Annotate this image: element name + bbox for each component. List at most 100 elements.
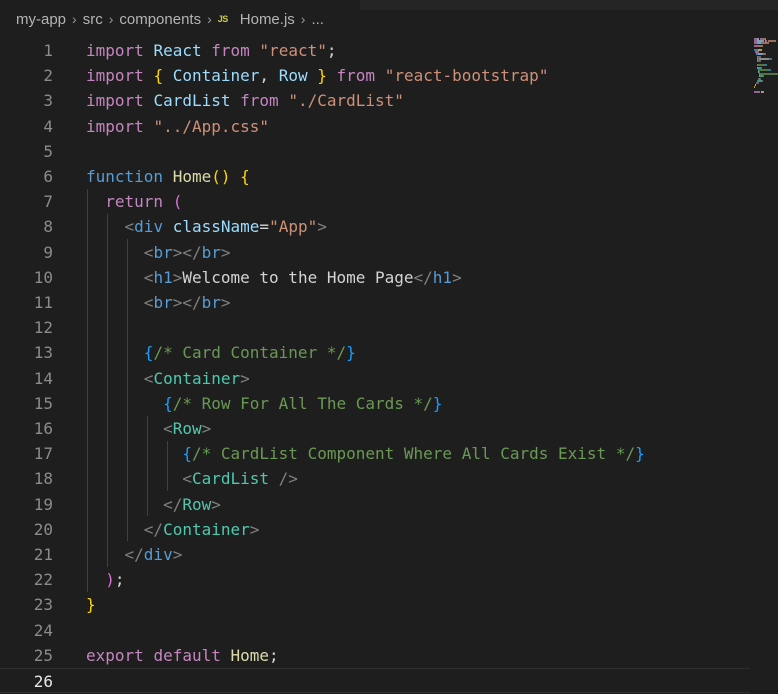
code-line[interactable]: 11 <br></br> — [0, 290, 750, 315]
code-line[interactable]: 10 <h1>Welcome to the Home Page</h1> — [0, 265, 750, 290]
code-line[interactable]: 21 </div> — [0, 542, 750, 567]
code-line[interactable]: 4import "../App.css" — [0, 114, 750, 139]
code-token: "react" — [259, 41, 326, 60]
code-line[interactable]: 22 ); — [0, 567, 750, 592]
code-token — [163, 192, 173, 211]
code-line[interactable]: 5 — [0, 139, 750, 164]
code-token — [163, 66, 173, 85]
code-token — [163, 217, 173, 236]
line-number: 12 — [0, 315, 53, 340]
code-token: /> — [279, 469, 298, 488]
code-line[interactable]: 24 — [0, 618, 750, 643]
code-line[interactable]: 25export default Home; — [0, 643, 750, 668]
code-token: return — [105, 192, 163, 211]
code-line[interactable]: 1import React from "react"; — [0, 38, 750, 63]
code-token — [86, 545, 125, 564]
code-token: Home — [173, 167, 212, 186]
code-token: Row — [182, 495, 211, 514]
code-token — [202, 41, 212, 60]
code-token: br — [153, 293, 172, 312]
code-line[interactable]: 23} — [0, 592, 750, 617]
line-number: 5 — [0, 139, 53, 164]
code-token: Container — [173, 66, 260, 85]
code-token — [86, 495, 163, 514]
code-token: < — [144, 293, 154, 312]
code-text: {/* Row For All The Cards */} — [86, 391, 442, 416]
code-token: { — [240, 167, 250, 186]
code-token: Welcome to the Home Page — [182, 268, 413, 287]
code-token: } — [635, 444, 645, 463]
code-token — [144, 646, 154, 665]
breadcrumb-item-components[interactable]: components — [119, 11, 201, 28]
code-token — [86, 570, 105, 589]
code-token: Row — [173, 419, 202, 438]
code-line[interactable]: 3import CardList from "./CardList" — [0, 88, 750, 113]
code-line[interactable]: 26 — [0, 668, 750, 693]
code-token: import — [86, 66, 144, 85]
line-number: 19 — [0, 492, 53, 517]
line-number: 20 — [0, 517, 53, 542]
code-line[interactable]: 13 {/* Card Container */} — [0, 340, 750, 365]
breadcrumb-item-file[interactable]: Home.js — [240, 11, 295, 28]
line-number: 25 — [0, 643, 53, 668]
code-line[interactable]: 20 </Container> — [0, 517, 750, 542]
code-line[interactable]: 12 — [0, 315, 750, 340]
line-number: 1 — [0, 38, 53, 63]
code-token: from — [211, 41, 250, 60]
code-token: Home — [231, 646, 270, 665]
breadcrumb-item-src[interactable]: src — [83, 11, 103, 28]
code-text: return ( — [86, 189, 182, 214]
code-text: <div className="App"> — [86, 214, 327, 239]
code-text: <CardList /> — [86, 466, 298, 491]
code-text: function Home() { — [86, 164, 250, 189]
code-token — [308, 66, 318, 85]
code-text: {/* Card Container */} — [86, 340, 356, 365]
code-token: > — [211, 495, 221, 514]
breadcrumb-item-my-app[interactable]: my-app — [16, 11, 66, 28]
code-token: "./CardList" — [288, 91, 404, 110]
code-line[interactable]: 19 </Row> — [0, 492, 750, 517]
code-line[interactable]: 6function Home() { — [0, 164, 750, 189]
code-token — [221, 646, 231, 665]
code-token: "react-bootstrap" — [385, 66, 549, 85]
code-token: /* Card Container */ — [153, 343, 346, 362]
code-token: { — [144, 343, 154, 362]
code-token: < — [125, 217, 135, 236]
code-token: ; — [269, 646, 279, 665]
chevron-right-icon: › — [207, 11, 212, 27]
code-token — [86, 243, 144, 262]
code-token: h1 — [153, 268, 172, 287]
line-number: 26 — [0, 669, 53, 694]
code-text: </div> — [86, 542, 182, 567]
code-token: ></ — [173, 243, 202, 262]
code-editor[interactable]: 1import React from "react";2import { Con… — [0, 38, 778, 690]
code-line[interactable]: 16 <Row> — [0, 416, 750, 441]
code-line[interactable]: 2import { Container, Row } from "react-b… — [0, 63, 750, 88]
code-token: </ — [144, 520, 163, 539]
code-line[interactable]: 15 {/* Row For All The Cards */} — [0, 391, 750, 416]
javascript-file-icon: JS — [218, 13, 234, 25]
breadcrumb-item-symbols[interactable]: ... — [311, 11, 324, 28]
code-line[interactable]: 7 return ( — [0, 189, 750, 214]
code-token — [327, 66, 337, 85]
code-line[interactable]: 8 <div className="App"> — [0, 214, 750, 239]
code-token: = — [259, 217, 269, 236]
code-line[interactable]: 18 <CardList /> — [0, 466, 750, 491]
code-token: "App" — [269, 217, 317, 236]
code-token — [144, 66, 154, 85]
code-token: > — [317, 217, 327, 236]
code-token — [86, 469, 182, 488]
code-line[interactable]: 14 <Container> — [0, 366, 750, 391]
code-line[interactable]: 17 {/* CardList Component Where All Card… — [0, 441, 750, 466]
code-token: ) — [105, 570, 115, 589]
minimap[interactable] — [754, 38, 778, 98]
minimap-stroke — [768, 40, 776, 42]
code-token: { — [182, 444, 192, 463]
code-token — [231, 91, 241, 110]
line-number: 23 — [0, 592, 53, 617]
code-line[interactable]: 9 <br></br> — [0, 240, 750, 265]
code-token — [250, 41, 260, 60]
code-token: CardList — [153, 91, 230, 110]
code-token: h1 — [433, 268, 452, 287]
code-token — [231, 167, 241, 186]
